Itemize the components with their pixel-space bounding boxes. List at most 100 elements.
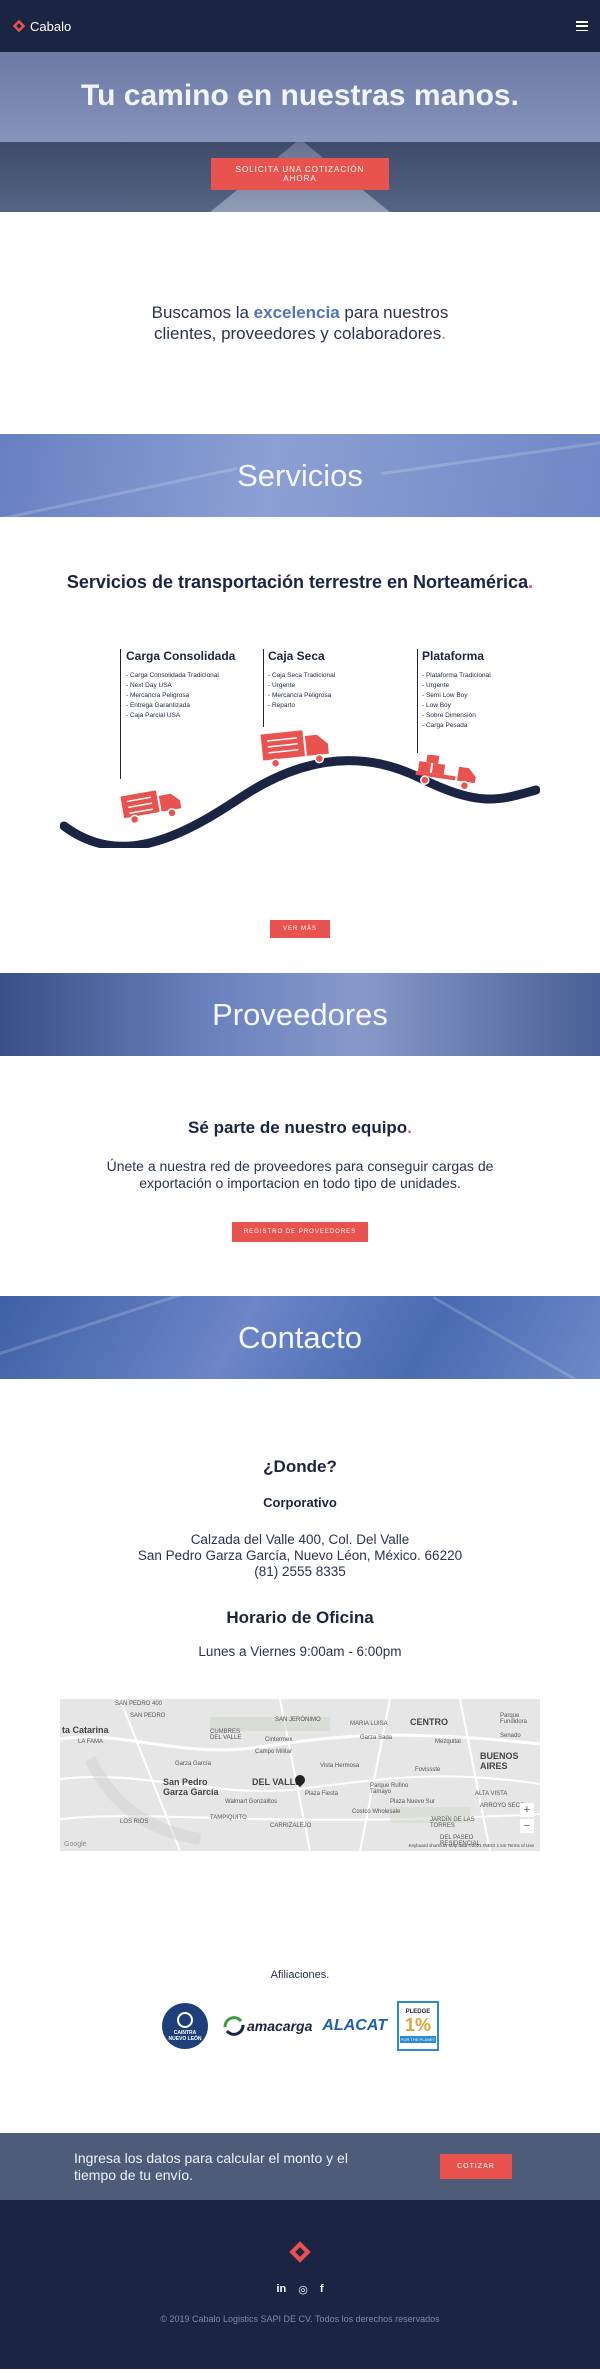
map-label: Cintermex: [265, 1737, 293, 1743]
quote-bar: Ingresa los datos para calcular el monto…: [0, 2133, 600, 2200]
truck-plataforma-icon: [415, 755, 476, 791]
map-label: TAMPIQUITO: [210, 1815, 247, 1821]
map-label: Walmart Gonzalitos: [225, 1799, 278, 1805]
service-item: - Sobre Dimensión: [422, 712, 476, 719]
service-caja-seca[interactable]: Caja Seca - Caja Seca Tradicional - Urge…: [268, 649, 335, 711]
request-quote-button[interactable]: SOLICITA UNA COTIZACIÓN AHORA: [211, 158, 389, 190]
map-attribution[interactable]: Keyboard shortcuts Map data ©2021 INEGI …: [408, 1843, 534, 1848]
brand-logo[interactable]: Cabalo: [12, 19, 71, 34]
afiliaciones-logos: CAINTRA NUEVO LEÓN amacarga ALACAT PLEDG…: [0, 2001, 600, 2051]
service-title: Carga Consolidada: [126, 649, 236, 663]
alacat-text: ALACAT: [322, 2017, 387, 2034]
intro-highlight: excelencia: [253, 303, 340, 322]
map-label: Fovissste: [415, 1767, 441, 1773]
hero-title: Tu camino en nuestras manos.: [81, 79, 519, 112]
pledge-logo[interactable]: PLEDGE 1% FOR THE PLANET: [396, 2001, 439, 2051]
proveedores-heading: Sé parte de nuestro equipo.: [188, 1118, 412, 1137]
address-line: San Pedro Garza García, Nuevo Léon, Méxi…: [137, 1548, 463, 1563]
zoom-out-button[interactable]: −: [520, 1819, 534, 1833]
service-item: - Mercancía Peligrosa: [126, 692, 190, 699]
afiliaciones-title: Afiliaciones.: [270, 1969, 330, 1981]
proveedores-section: Sé parte de nuestro equipo. Únete a nues…: [0, 1056, 600, 1296]
service-item: - Semi Low Boy: [422, 692, 468, 699]
contacto-banner: Contacto: [0, 1296, 600, 1379]
address-block: Calzada del Valle 400, Col. Del Valle Sa…: [0, 1532, 600, 1580]
map-label: LA FAMA: [78, 1739, 104, 1745]
map-label: SAN JERÓNIMO: [275, 1717, 321, 1723]
map-label: LOS RIOS: [120, 1819, 149, 1825]
column-line: [417, 649, 418, 753]
amacarga-logo[interactable]: amacarga: [221, 2013, 312, 2039]
servicios-banner: Servicios: [0, 434, 600, 517]
service-title: Caja Seca: [268, 649, 325, 663]
cotizar-button[interactable]: COTIZAR: [440, 2154, 512, 2179]
facebook-icon[interactable]: f: [320, 2283, 324, 2296]
map-label: SAN PEDRO: [130, 1713, 166, 1719]
service-item: - Entrega Garantizada: [126, 702, 190, 709]
phone-number[interactable]: (81) 2555 8335: [0, 1564, 600, 1580]
hero-section: Tu camino en nuestras manos. SOLICITA UN…: [0, 52, 600, 212]
servicios-heading: Servicios de transportación terrestre en…: [66, 572, 534, 592]
service-item: - Low Boy: [422, 702, 451, 709]
quote-text: Ingresa los datos para calcular el monto…: [74, 2149, 348, 2183]
map-label: Costco Wholesale: [352, 1809, 401, 1815]
cabalo-logo-icon[interactable]: [288, 2240, 312, 2264]
service-title: Plataforma: [422, 649, 485, 663]
map-label: CUMBRES DEL VALLE: [210, 1729, 242, 1741]
map-label: ta Catarina: [62, 1725, 109, 1735]
map-label: Mezquital: [435, 1739, 461, 1745]
map-label: Parque Rufino Tamayo: [370, 1783, 409, 1795]
instagram-icon[interactable]: ◎: [298, 2283, 308, 2296]
map-label: CARRIZALEJO: [270, 1823, 312, 1829]
ver-mas-button[interactable]: VER MÁS: [270, 920, 330, 938]
service-item: - Carga Consolidada Tradicional: [126, 672, 219, 679]
afiliaciones-section: Afiliaciones. CAINTRA NUEVO LEÓN amacarg…: [0, 1929, 600, 2133]
caintra-sub: NUEVO LEÓN: [168, 2036, 202, 2042]
alacat-logo[interactable]: ALACAT: [322, 2017, 387, 2035]
hamburger-menu-icon[interactable]: [576, 21, 588, 31]
column-line: [263, 649, 264, 727]
map-label: Campo Militar: [255, 1749, 293, 1755]
office-hours: Lunes a Viernes 9:00am - 6:00pm: [198, 1644, 402, 1659]
intro-text: Buscamos la excelencia para nuestros cli…: [151, 303, 449, 343]
map-label: Vista Hermosa: [320, 1763, 360, 1769]
proveedores-banner: Proveedores: [0, 973, 600, 1056]
map-label: San Pedro Garza García: [163, 1777, 219, 1797]
service-item: - Carga Pesada: [422, 722, 468, 729]
location-map[interactable]: SAN PEDRO 400 SAN PEDRO ta Catarina LA F…: [60, 1699, 540, 1851]
map-label: Garza Sada: [360, 1735, 393, 1741]
service-item: - Plataforma Tradicional: [422, 672, 491, 679]
service-item: - Reparto: [268, 702, 296, 709]
linkedin-icon[interactable]: in: [276, 2283, 286, 2296]
copyright: © 2019 Cabalo Logistics SAPI DE CV. Todo…: [160, 2314, 440, 2324]
footer: in ◎ f © 2019 Cabalo Logistics SAPI DE C…: [0, 2200, 600, 2369]
map-label: BUENOS AIRES: [480, 1751, 519, 1771]
brand-name: Cabalo: [30, 18, 72, 34]
caintra-logo-icon: [162, 2003, 209, 2049]
map-label: JARDÍN DE LAS TORRES: [430, 1817, 475, 1829]
map-label: ARROYO SECO: [480, 1803, 525, 1809]
map-label: CENTRO: [410, 1717, 448, 1727]
registro-proveedores-button[interactable]: REGISTRO DE PROVEEDORES: [232, 1222, 368, 1242]
truck-consolidada-icon: [120, 790, 182, 823]
map-label: Senado: [500, 1733, 521, 1739]
column-line: [120, 649, 121, 779]
map-label: Garza García: [175, 1761, 212, 1767]
proveedores-banner-title: Proveedores: [212, 996, 388, 1032]
top-navbar: Cabalo: [0, 0, 600, 52]
office-label: Corporativo: [263, 1495, 337, 1510]
service-carga-consolidada[interactable]: Carga Consolidada - Carga Consolidada Tr…: [126, 649, 235, 721]
service-item: - Mercancía Peligrosa: [268, 692, 332, 699]
proveedores-text: Únete a nuestra red de proveedores para …: [106, 1158, 494, 1191]
service-item: - Urgente: [268, 682, 296, 689]
zoom-in-button[interactable]: +: [520, 1803, 534, 1817]
amacarga-text: amacarga: [247, 2018, 313, 2034]
servicios-banner-title: Servicios: [237, 457, 363, 493]
map-label: Plaza Fiesta: [305, 1791, 339, 1797]
service-plataforma[interactable]: Plataforma - Plataforma Tradicional - Ur…: [422, 649, 491, 731]
map-label: SAN PEDRO 400: [115, 1701, 163, 1707]
service-item: - Caja Parcial USA: [126, 712, 181, 719]
google-logo: Google: [64, 1841, 87, 1848]
map-label: Parque Fundidora: [500, 1713, 528, 1725]
contacto-section: ¿Donde? Corporativo Calzada del Valle 40…: [0, 1379, 600, 1929]
